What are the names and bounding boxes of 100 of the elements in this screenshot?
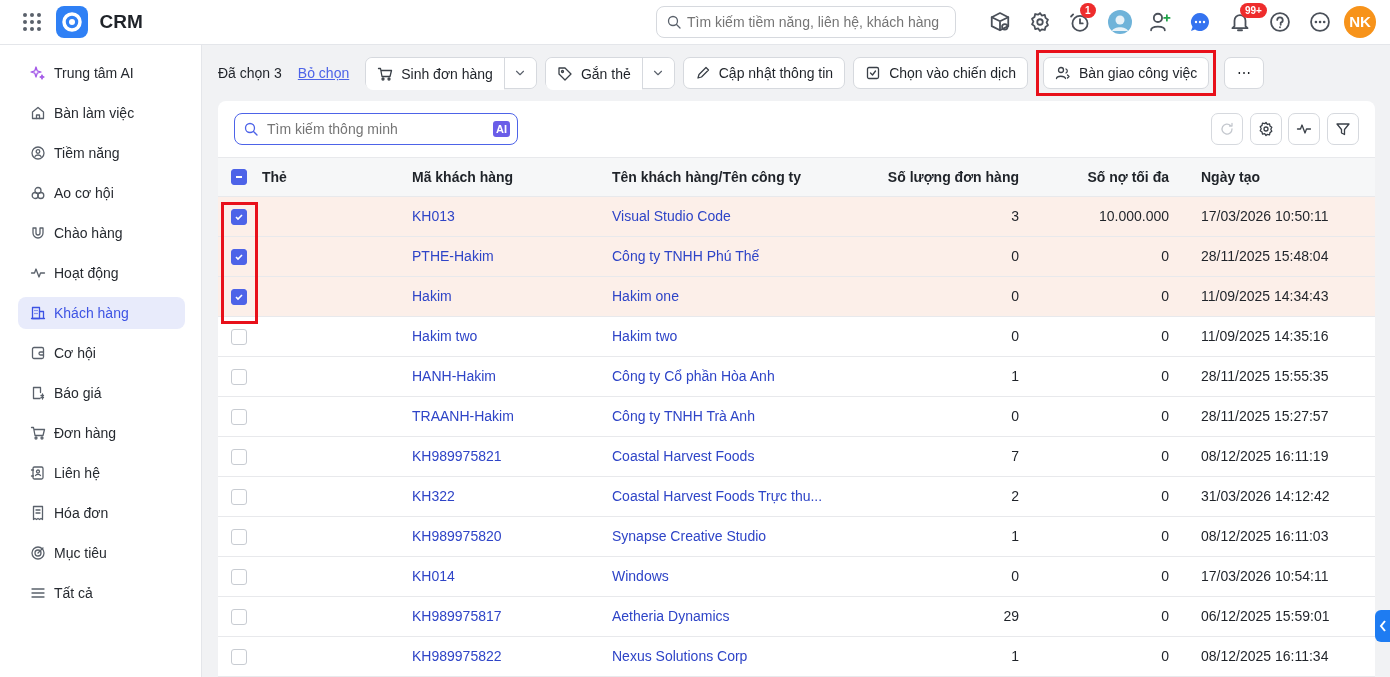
dropdown-toggle-button[interactable] (641, 58, 674, 88)
clear-selection-link[interactable]: Bỏ chọn (297, 62, 350, 84)
table-cell-text: 0 (1160, 487, 1169, 506)
side-panel-toggle[interactable] (1375, 610, 1390, 642)
action-button[interactable]: Bàn giao công việc (1043, 57, 1210, 89)
sidebar-item[interactable]: Tiềm năng (18, 137, 185, 169)
filter-button[interactable] (1327, 113, 1359, 145)
app-grid-icon[interactable] (22, 12, 42, 33)
customer-name-link[interactable]: Aetheria Dynamics (612, 606, 832, 627)
action-button[interactable]: Cập nhật thông tin (682, 57, 846, 89)
settings-icon[interactable] (1029, 11, 1051, 33)
sidebar-item[interactable]: Chào hàng (18, 217, 185, 249)
check-icon (234, 251, 244, 262)
sidebar-item[interactable]: Hoạt động (18, 257, 185, 289)
row-checkbox[interactable] (231, 288, 247, 305)
column-header: Số lượng đơn hàng (886, 167, 1019, 187)
chevron-left-icon (1378, 620, 1387, 632)
column-header: Tên khách hàng/Tên công ty (612, 167, 803, 187)
sidebar-item[interactable]: Mục tiêu (18, 537, 185, 569)
table-cell-text: 08/12/2025 16:11:03 (1200, 527, 1330, 546)
table-cell-text: 0 (1010, 247, 1019, 266)
app-logo-icon (55, 6, 88, 38)
column-header: Thẻ (262, 167, 288, 187)
sidebar-item[interactable]: Trung tâm AI (18, 57, 185, 89)
people-icon (1055, 65, 1072, 81)
table-cell-text: 0 (1160, 367, 1169, 386)
help-icon[interactable] (1269, 11, 1291, 33)
add-user-icon[interactable] (1149, 11, 1171, 33)
circles-icon (30, 185, 46, 201)
package-search-icon[interactable] (989, 11, 1011, 33)
customer-code-link[interactable]: PTHE-Hakim (412, 246, 612, 267)
table-cell-text: 17/03/2026 10:54:11 (1200, 567, 1330, 586)
customer-code-link[interactable]: KH989975822 (412, 646, 612, 667)
sidebar-item[interactable]: Liên hệ (18, 457, 185, 489)
customer-name-link[interactable]: Công ty Cổ phần Hòa Anh (612, 366, 832, 387)
action-button[interactable]: Chọn vào chiến dịch (853, 57, 1029, 89)
row-checkbox[interactable] (231, 208, 247, 225)
customer-name-link[interactable]: Synapse Creative Studio (612, 526, 832, 547)
table-cell-text: 31/03/2026 14:12:42 (1200, 487, 1331, 506)
minus-icon (235, 175, 243, 179)
sidebar-item[interactable]: Cơ hội (18, 337, 185, 369)
customer-code-link[interactable]: KH989975820 (412, 526, 612, 547)
customer-code-link[interactable]: Hakim two (412, 326, 612, 347)
row-checkbox[interactable] (231, 248, 247, 265)
customer-code-link[interactable]: KH014 (412, 566, 612, 587)
customer-name-link[interactable]: Windows (612, 566, 832, 587)
filter-icon (1335, 121, 1351, 137)
person-circle-icon (30, 145, 46, 161)
table-cell-text: 17/03/2026 10:50:11 (1200, 207, 1330, 226)
check-icon (234, 291, 244, 302)
sidebar-item[interactable]: Báo giá (18, 377, 185, 409)
alarm-clock-count-badge: 1 (1080, 3, 1096, 18)
sidebar-item[interactable]: Đơn hàng (18, 417, 185, 449)
customer-code-link[interactable]: KH989975817 (412, 606, 612, 627)
action-button[interactable]: Sinh đơn hàng (366, 58, 504, 90)
settings-icon (1257, 121, 1274, 137)
dropdown-toggle-button[interactable] (503, 58, 536, 88)
table-cell-text: 0 (1160, 607, 1169, 626)
target-icon (30, 545, 46, 561)
table-cell-text: 0 (1160, 327, 1169, 346)
chat-icon[interactable] (1189, 11, 1211, 33)
customer-code-link[interactable]: TRAANH-Hakim (412, 406, 612, 427)
customer-name-link[interactable]: Công ty TNHH Phú Thế (612, 246, 832, 267)
magnet-icon (30, 225, 46, 241)
sidebar-item[interactable]: Ao cơ hội (18, 177, 185, 209)
customer-name-link[interactable]: Coastal Harvest Foods Trực thu... (612, 486, 832, 507)
customer-code-link[interactable]: KH322 (412, 486, 612, 507)
select-all-checkbox[interactable] (231, 169, 247, 185)
action-button[interactable]: Gắn thẻ (545, 58, 642, 90)
customer-name-link[interactable]: Hakim one (612, 286, 832, 307)
customer-name-link[interactable]: Hakim two (612, 326, 832, 347)
sidebar-item[interactable]: Bàn làm việc (18, 97, 185, 129)
more-icon[interactable] (1309, 11, 1331, 33)
customer-code-link[interactable]: Hakim (412, 286, 612, 307)
bell-count-badge: 99+ (1240, 3, 1267, 18)
settings-button[interactable] (1249, 113, 1282, 145)
customer-code-link[interactable]: KH989975821 (412, 446, 612, 467)
document-dollar-icon (30, 385, 46, 401)
table-cell-text: 28/11/2025 15:48:04 (1200, 247, 1330, 266)
sidebar-item[interactable]: Khách hàng (18, 297, 185, 329)
table-cell-text: 28/11/2025 15:27:57 (1200, 407, 1330, 426)
customer-code-link[interactable]: HANH-Hakim (412, 366, 612, 387)
table-cell-text: 0 (1010, 567, 1019, 586)
sidebar-item[interactable]: Tất cả (18, 577, 185, 609)
checkbox-icon (865, 65, 882, 81)
customer-name-link[interactable]: Nexus Solutions Corp (612, 646, 832, 667)
customer-code-link[interactable]: KH013 (412, 206, 612, 227)
contact-card-icon (30, 465, 46, 481)
list-icon (30, 585, 46, 601)
sidebar-item[interactable]: Hóa đơn (18, 497, 185, 529)
customer-name-link[interactable]: Visual Studio Code (612, 206, 832, 227)
app-title: CRM (99, 9, 143, 34)
table-cell-text: 11/09/2025 14:34:43 (1200, 287, 1330, 306)
customer-name-link[interactable]: Coastal Harvest Foods (612, 446, 832, 467)
customer-name-link[interactable]: Công ty TNHH Trà Anh (612, 406, 832, 427)
more-actions-button[interactable]: ⋯ (1224, 57, 1265, 89)
activity-button[interactable] (1288, 113, 1321, 145)
tag-icon (556, 66, 573, 82)
selection-count: Đã chọn 3 (218, 63, 282, 83)
global-search-field[interactable]: Tìm kiếm tiềm năng, liên hệ, khách hàng (656, 6, 956, 38)
